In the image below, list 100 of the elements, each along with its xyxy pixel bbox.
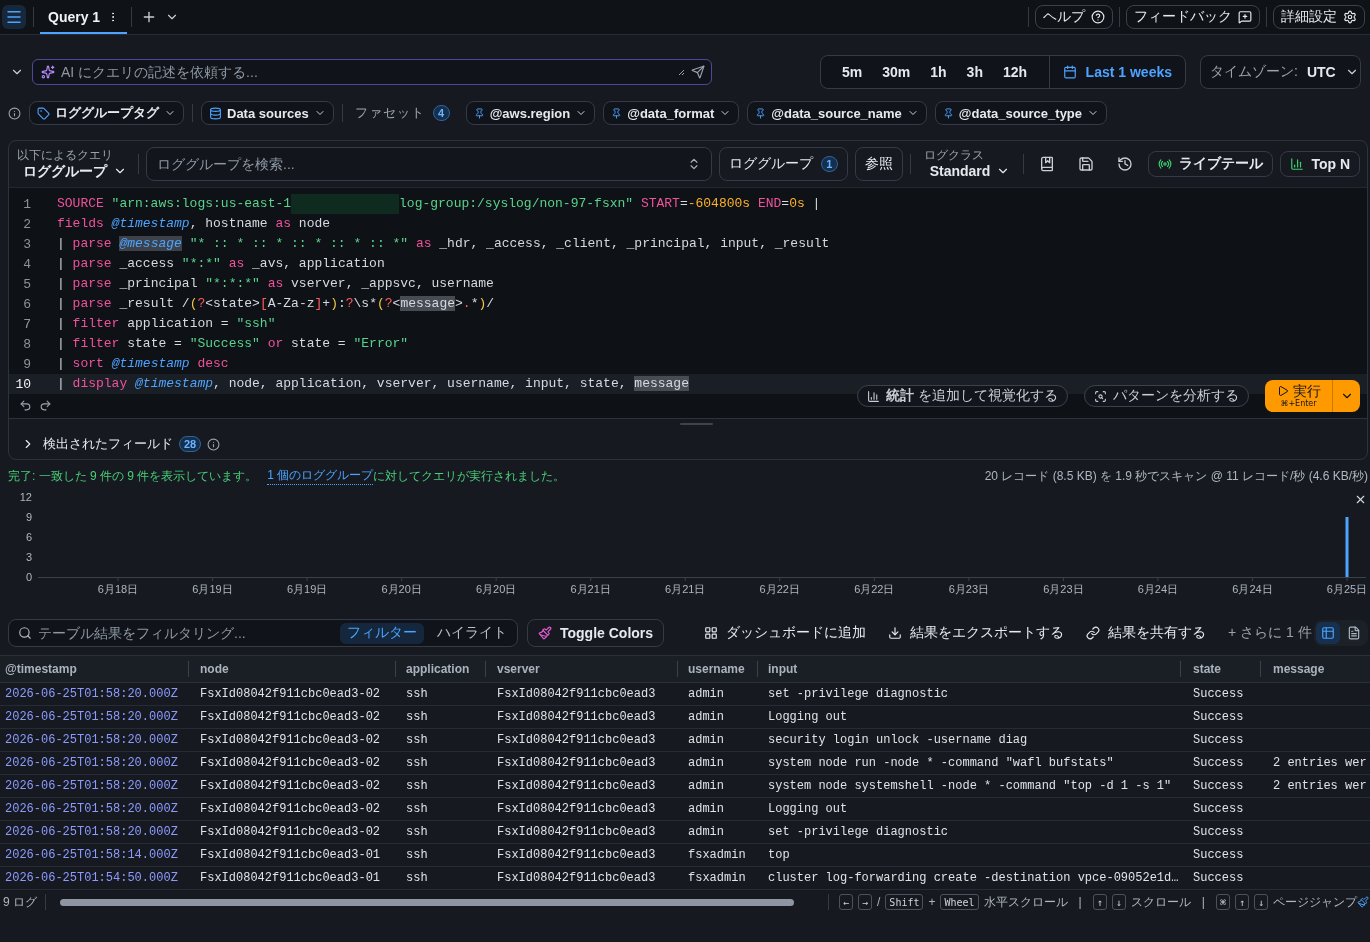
run-options-button[interactable] <box>1332 380 1360 412</box>
browse-button[interactable]: 参照 <box>854 147 903 181</box>
table-cell-text: FsxId08042f911cbc0ead3-02 <box>199 755 382 772</box>
header-button[interactable]: 詳細設定 <box>1273 5 1365 29</box>
table-cell-text: ssh <box>405 755 429 772</box>
filter-mode-tab[interactable]: フィルター <box>340 622 424 644</box>
code-line: | filter state = "Success" or state = "Error" <box>57 335 409 353</box>
live-tail-button[interactable]: ライブテール <box>1148 151 1274 177</box>
table-cell-text: set -privilege diagnostic <box>767 824 950 841</box>
status-text: 完了: 一致した 9 件の 9 件を表示しています。 <box>8 467 258 485</box>
table-cell-text: admin <box>687 732 725 749</box>
axis-label: 6月22日 <box>854 583 895 595</box>
menu-button[interactable] <box>2 5 26 29</box>
table-cell-text: ssh <box>405 847 429 864</box>
top-n-button[interactable]: Top N <box>1280 151 1360 177</box>
key-cap: ↑ <box>1234 894 1249 910</box>
table-cell-text: 2026-06-25T01:58:14.000Z <box>4 847 179 864</box>
table-cell-text: FsxId08042f911cbc0ead3 <box>496 732 657 749</box>
more-actions-link[interactable]: + さらに 1 件 <box>1228 624 1312 642</box>
facet-button[interactable]: @data_source_name <box>747 101 927 125</box>
toolbar-action-button[interactable]: 結果をエクスポートする <box>888 624 1065 642</box>
log-count-text: 9 ログ <box>3 893 38 911</box>
ai-prompt-input[interactable]: AI にクエリの記述を依頼する... <box>61 60 672 84</box>
resize-grip-icon <box>678 68 685 76</box>
table-cell-text: FsxId08042f911cbc0ead3-02 <box>199 686 382 703</box>
run-button[interactable]: 実行 ⌘+Enter <box>1265 380 1332 412</box>
axis-label: 3 <box>25 551 32 563</box>
column-header[interactable]: @timestamp <box>0 656 188 682</box>
table-cell-text: admin <box>687 755 725 772</box>
hint-text: | <box>1201 895 1205 909</box>
menu-icon <box>5 8 23 26</box>
table-cell-text: Success <box>1192 870 1245 887</box>
book-icon[interactable] <box>1039 156 1056 172</box>
log-group-tags-button[interactable]: ロググループタグ <box>29 101 184 125</box>
time-preset-button[interactable]: 5m <box>832 56 873 88</box>
line-number: 1 <box>22 196 31 212</box>
table-cell-text: Success <box>1192 778 1245 795</box>
visualize-button[interactable]: 統計 を追加して視覚化する <box>857 385 1068 407</box>
timezone-select[interactable]: タイムゾーン: UTC <box>1200 55 1361 89</box>
hint-text: スクロール <box>1130 893 1191 911</box>
table-cell-text: system node run -node * -command "wafl bufstats" <box>767 755 1115 772</box>
redo-icon[interactable] <box>39 398 52 412</box>
query-tab[interactable]: Query 1 <box>40 0 128 34</box>
table-cell-text: Success <box>1192 801 1245 818</box>
header-button[interactable]: ヘルプ <box>1035 5 1113 29</box>
table-filter-field[interactable]: テーブル結果をフィルタリング... フィルター ハイライト <box>8 619 518 647</box>
table-cell-text: ssh <box>405 778 429 795</box>
key-cap: ← <box>838 894 853 910</box>
table-cell-text: FsxId08042f911cbc0ead3-01 <box>199 870 382 887</box>
ai-prompt-field[interactable]: AI にクエリの記述を依頼する... <box>32 59 712 85</box>
time-preset-button[interactable]: 3h <box>956 56 993 88</box>
header-button[interactable]: フィードバック <box>1126 5 1260 29</box>
filter-mode-tab[interactable]: ハイライト <box>430 622 514 644</box>
time-preset-button[interactable]: 30m <box>872 56 921 88</box>
table-filter-input[interactable]: テーブル結果をフィルタリング... <box>38 620 334 646</box>
table-cell-text: ssh <box>405 824 429 841</box>
axis-label: 12 <box>19 491 32 503</box>
save-icon[interactable] <box>1078 156 1095 172</box>
resize-handle[interactable] <box>679 423 713 425</box>
facet-button[interactable]: @data_source_type <box>934 101 1108 125</box>
table-cell-text: Logging out <box>767 801 849 818</box>
log-class-select[interactable]: ログクラス Standard <box>917 147 1017 181</box>
data-sources-button[interactable]: Data sources <box>201 101 334 125</box>
scan-stats-text: 20 レコード (8.5 KB) を 1.9 秒でスキャン @ 11 レコード/秒 (4.6 KB/秒) <box>984 467 1368 485</box>
query-mode-select[interactable]: 以下によるクエリ ロググループ <box>15 147 131 181</box>
undo-icon[interactable] <box>19 398 32 412</box>
scrollbar-thumb[interactable] <box>59 898 794 906</box>
send-icon[interactable] <box>691 65 705 79</box>
log-groups-button[interactable]: ロググループ 1 <box>718 147 848 181</box>
table-cell-text: FsxId08042f911cbc0ead3 <box>496 778 657 795</box>
axis-label: 6月25日 <box>1326 583 1368 595</box>
toggle-colors-button[interactable]: Toggle Colors <box>527 619 665 647</box>
sparkles-icon <box>41 65 55 79</box>
link-icon <box>1086 626 1101 640</box>
facet-button[interactable]: @data_format <box>603 101 740 125</box>
view-mode-button[interactable] <box>1316 622 1340 644</box>
custom-range-button[interactable]: Last 1 weeks <box>1048 56 1185 88</box>
brush-icon[interactable] <box>1357 896 1369 908</box>
toolbar-action-button[interactable]: ダッシュボードに追加 <box>704 624 867 642</box>
toolbar-action-button[interactable]: 結果を共有する <box>1086 624 1207 642</box>
table-cell-text: ssh <box>405 870 429 887</box>
discovered-fields-toggle[interactable]: 検出されたフィールド <box>21 435 173 453</box>
patterns-button[interactable]: パターンを分析する <box>1084 385 1249 407</box>
time-preset-button[interactable]: 12h <box>992 56 1038 88</box>
axis-label: 6月24日 <box>1232 583 1273 595</box>
line-number: 8 <box>22 336 31 352</box>
facet-button[interactable]: @aws.region <box>465 101 596 125</box>
close-icon[interactable] <box>1354 493 1367 506</box>
table-cell-text: FsxId08042f911cbc0ead3-02 <box>199 778 382 795</box>
history-icon[interactable] <box>1117 156 1134 172</box>
key-cap: ⌘ <box>1215 894 1230 910</box>
table-cell-text: ssh <box>405 709 429 726</box>
bar-chart-icon <box>1290 157 1305 171</box>
time-preset-button[interactable]: 1h <box>920 56 957 88</box>
table-cell-text: 2026-06-25T01:58:20.000Z <box>4 686 179 703</box>
table-cell-text: FsxId08042f911cbc0ead3 <box>496 801 657 818</box>
query-editor[interactable] <box>9 187 1367 419</box>
table-cell-text: admin <box>687 824 725 841</box>
table-cell-text: cluster log-forwarding create -destination vpce-09052e1d… <box>767 870 1180 887</box>
log-group-link[interactable]: 1 個のロググループ <box>267 467 374 485</box>
